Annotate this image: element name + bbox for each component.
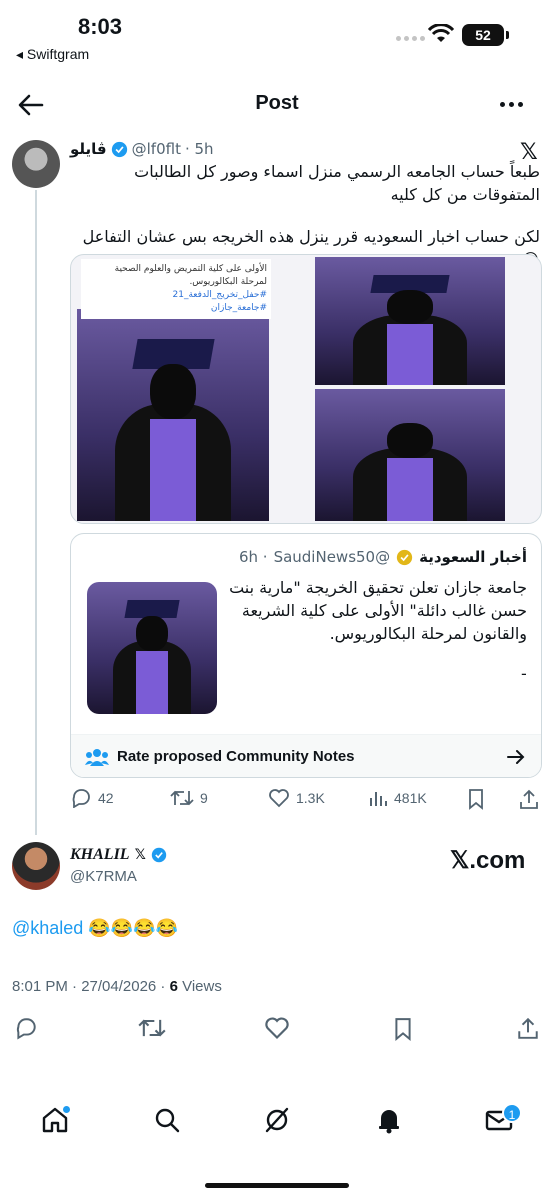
home-notification-dot	[62, 1105, 71, 1114]
quoted-media-image[interactable]	[87, 582, 217, 714]
bookmark-icon[interactable]	[466, 788, 486, 810]
home-indicator[interactable]	[205, 1183, 349, 1188]
quoted-post[interactable]: أخبار السعودية @SaudiNews50 · 6h جامعة ج…	[70, 533, 542, 778]
post-author[interactable]: ڤايلو @lf0flt · 5h	[70, 140, 214, 158]
page-title: Post	[255, 92, 299, 114]
x-com-logo: 𝕏.com	[450, 847, 526, 874]
image-caption: الأولى على كلية التمريض والعلوم الصحية ل…	[81, 259, 271, 319]
repost-icon[interactable]	[138, 1016, 166, 1040]
reply-button[interactable]: 42	[70, 788, 114, 808]
view-count: 481K	[394, 790, 427, 806]
share-icon[interactable]	[518, 788, 540, 810]
repost-count: 9	[200, 790, 208, 806]
media-image[interactable]	[315, 257, 505, 385]
arrow-right-icon	[507, 750, 525, 764]
post-time: · 5h	[184, 140, 214, 158]
quoted-author-handle: @SaudiNews50	[273, 548, 391, 566]
share-icon[interactable]	[516, 1016, 540, 1040]
reply-emojis: 😂😂😂😂	[83, 918, 178, 938]
messages-badge: 1	[502, 1103, 522, 1123]
reply-icon	[72, 789, 90, 808]
community-notes-bar[interactable]: Rate proposed Community Notes	[71, 734, 541, 777]
clock: 8:03	[78, 14, 123, 39]
post-header: Post	[0, 80, 554, 130]
people-icon	[85, 749, 109, 766]
post-media-grid[interactable]: الأولى على كلية التمريض والعلوم الصحية ل…	[70, 254, 542, 524]
mention-link[interactable]: @khaled	[12, 918, 83, 938]
views-chart-icon	[370, 792, 387, 806]
reply-view-count: 6	[169, 978, 178, 995]
quoted-author[interactable]: أخبار السعودية @SaudiNews50 · 6h	[239, 548, 527, 566]
reply-meta: 8:01 PM · 27/04/2026 · 6 Views	[12, 978, 222, 995]
reply-actions	[0, 1016, 554, 1044]
notifications-bell-icon[interactable]	[374, 1105, 404, 1135]
grok-icon[interactable]	[262, 1105, 292, 1135]
repost-icon	[170, 790, 194, 806]
like-button[interactable]: 1.3K	[268, 788, 325, 808]
community-notes-label: Rate proposed Community Notes	[117, 748, 355, 765]
verified-gold-badge-icon	[396, 549, 413, 565]
heart-icon	[269, 789, 289, 808]
avatar[interactable]	[12, 842, 60, 890]
status-bar: 8:03 ◂ Swiftgram 52	[0, 0, 554, 70]
battery-indicator: 52	[462, 24, 504, 46]
thread-line	[35, 190, 37, 835]
reply-text: @khaled 😂😂😂😂	[12, 918, 178, 939]
views-button[interactable]: 481K	[368, 788, 427, 808]
reply-author-handle: @K7RMA	[70, 868, 137, 885]
reply-author-name: KHALIL	[70, 846, 130, 863]
quoted-post-time: · 6h	[238, 548, 268, 566]
x-badge-icon: 𝕏	[134, 847, 146, 863]
bookmark-icon[interactable]	[392, 1016, 414, 1042]
battery-tip	[506, 31, 509, 39]
media-image[interactable]	[315, 389, 505, 521]
like-count: 1.3K	[296, 790, 325, 806]
verified-badge-icon	[151, 847, 167, 863]
reply-timestamp: 8:01 PM · 27/04/2026 ·	[12, 978, 170, 995]
reply-views-label: Views	[177, 978, 222, 995]
verified-badge-icon	[111, 141, 127, 157]
author-handle: @lf0flt	[131, 140, 181, 158]
quoted-post-text: جامعة جازان تعلن تحقيق الخريجة "مارية بن…	[229, 578, 527, 643]
quoted-author-name: أخبار السعودية	[419, 548, 527, 566]
avatar[interactable]	[12, 140, 60, 188]
search-icon[interactable]	[152, 1105, 182, 1135]
reply-icon[interactable]	[14, 1016, 38, 1040]
quoted-post-dash: -	[521, 664, 527, 683]
author-name: ڤايلو	[70, 140, 107, 158]
wifi-icon	[428, 24, 454, 42]
back-to-app-link[interactable]: ◂ Swiftgram	[16, 46, 89, 63]
bottom-tab-bar: 1	[0, 1103, 554, 1145]
post-actions: 42 9 1.3K 481K	[70, 788, 542, 814]
cellular-signal-icon	[396, 36, 425, 41]
heart-icon[interactable]	[264, 1016, 290, 1040]
more-options-icon[interactable]	[500, 102, 523, 107]
post-text: طبعاً حساب الجامعه الرسمي منزل اسماء وصو…	[134, 162, 540, 204]
reply-count: 42	[98, 790, 114, 806]
repost-button[interactable]: 9	[170, 788, 208, 808]
media-image[interactable]	[77, 309, 269, 521]
reply-author[interactable]: KHALIL 𝕏	[70, 846, 167, 864]
